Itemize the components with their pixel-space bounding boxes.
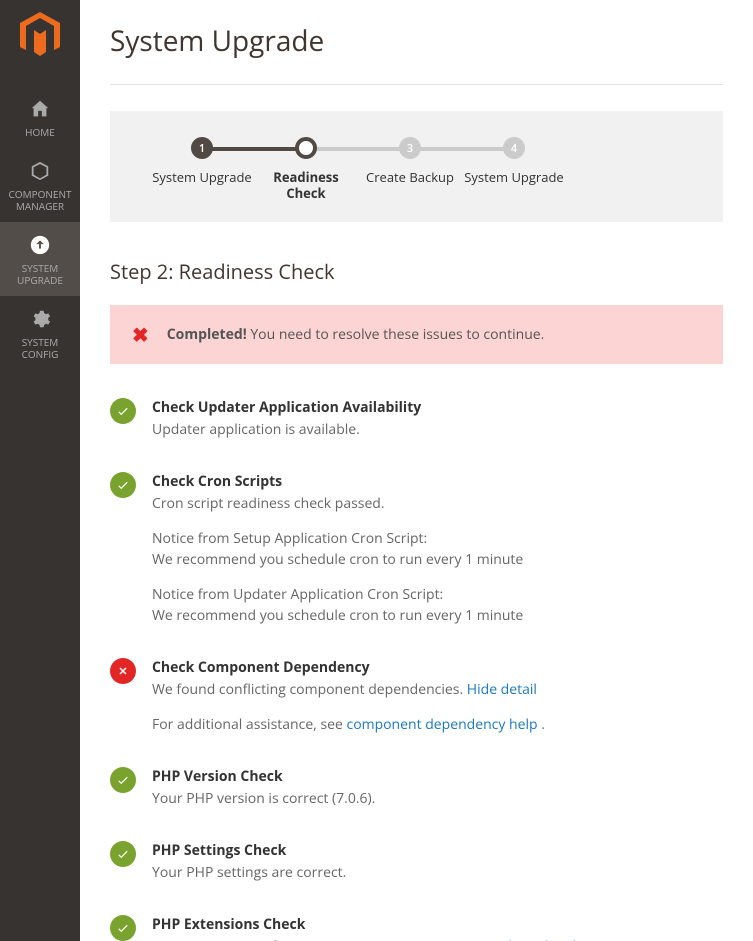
check-ok-icon <box>110 472 136 498</box>
step-label: Readiness Check <box>254 169 358 202</box>
nav-system-config[interactable]: SYSTEM CONFIG <box>0 296 80 370</box>
check-error-icon <box>110 658 136 684</box>
show-detail-link[interactable]: Show detail <box>501 937 576 941</box>
step-dot <box>295 137 317 159</box>
step-heading: Step 2: Readiness Check <box>110 258 723 285</box>
check-ok-icon <box>110 915 136 941</box>
check-desc: Your PHP settings are correct. <box>152 862 346 883</box>
step-line <box>306 147 410 151</box>
dep-assist-pre: For additional assistance, see <box>152 715 346 734</box>
dependency-help-link[interactable]: component dependency help <box>346 715 537 734</box>
cron-n2b: We recommend you schedule cron to run ev… <box>152 606 523 625</box>
cron-pass: Cron script readiness check passed. <box>152 494 385 513</box>
box-icon <box>29 160 51 182</box>
step-dot: 3 <box>399 137 421 159</box>
step-label: System Upgrade <box>464 169 563 185</box>
check-desc: We found conflicting component dependenc… <box>152 679 545 735</box>
page-title: System Upgrade <box>110 22 723 60</box>
check-title: PHP Settings Check <box>152 841 346 860</box>
main-content: System Upgrade 1 System Upgrade Readines… <box>80 0 753 941</box>
phpext-desc: You meet 15 out of 15 PHP extensions req… <box>152 937 501 941</box>
cron-n1b: We recommend you schedule cron to run ev… <box>152 550 523 569</box>
check-title: Check Component Dependency <box>152 658 545 677</box>
step-line <box>202 147 306 151</box>
magento-logo-icon <box>20 12 60 58</box>
cron-n2a: Notice from Updater Application Cron Scr… <box>152 585 443 604</box>
x-icon: ✖ <box>132 321 149 348</box>
cron-n1a: Notice from Setup Application Cron Scrip… <box>152 529 427 548</box>
check-ok-icon <box>110 767 136 793</box>
step-label: System Upgrade <box>152 169 251 185</box>
nav-label: SYSTEM CONFIG <box>4 336 76 360</box>
step-1[interactable]: 1 System Upgrade <box>150 137 254 202</box>
upload-circle-icon <box>29 234 51 256</box>
divider <box>110 84 723 85</box>
step-dot: 4 <box>503 137 525 159</box>
check-desc: Updater application is available. <box>152 419 421 440</box>
alert-text: Completed! You need to resolve these iss… <box>167 325 545 344</box>
nav-label: COMPONENT MANAGER <box>4 188 76 212</box>
nav-system-upgrade[interactable]: SYSTEM UPGRADE <box>0 222 80 296</box>
check-desc: Cron script readiness check passed. Noti… <box>152 493 523 626</box>
check-updater: Check Updater Application Availability U… <box>110 398 723 440</box>
sidebar: HOME COMPONENT MANAGER SYSTEM UPGRADE SY… <box>0 0 80 941</box>
check-title: PHP Extensions Check <box>152 915 576 934</box>
alert-rest: You need to resolve these issues to cont… <box>247 325 545 344</box>
check-ok-icon <box>110 398 136 424</box>
nav-component-manager[interactable]: COMPONENT MANAGER <box>0 148 80 222</box>
check-desc: You meet 15 out of 15 PHP extensions req… <box>152 936 576 941</box>
dep-desc: We found conflicting component dependenc… <box>152 680 467 699</box>
gear-icon <box>29 308 51 330</box>
progress-stepper: 1 System Upgrade Readiness Check 3 Creat… <box>110 111 723 222</box>
home-icon <box>29 98 51 120</box>
check-title: Check Updater Application Availability <box>152 398 421 417</box>
step-line <box>410 147 514 151</box>
check-php-version: PHP Version Check Your PHP version is co… <box>110 767 723 809</box>
alert-error: ✖ Completed! You need to resolve these i… <box>110 305 723 364</box>
step-label: Create Backup <box>366 169 454 185</box>
check-title: PHP Version Check <box>152 767 375 786</box>
check-cron: Check Cron Scripts Cron script readiness… <box>110 472 723 626</box>
nav-label: SYSTEM UPGRADE <box>4 262 76 286</box>
check-desc: Your PHP version is correct (7.0.6). <box>152 788 375 809</box>
check-ok-icon <box>110 841 136 867</box>
nav-label: HOME <box>25 126 55 138</box>
check-dependency: Check Component Dependency We found conf… <box>110 658 723 735</box>
step-dot: 1 <box>191 137 213 159</box>
check-title: Check Cron Scripts <box>152 472 523 491</box>
hide-detail-link[interactable]: Hide detail <box>467 680 537 699</box>
check-php-extensions: PHP Extensions Check You meet 15 out of … <box>110 915 723 941</box>
dep-assist-post: . <box>538 715 545 734</box>
alert-strong: Completed! <box>167 325 247 344</box>
check-php-settings: PHP Settings Check Your PHP settings are… <box>110 841 723 883</box>
nav-home[interactable]: HOME <box>0 86 80 148</box>
